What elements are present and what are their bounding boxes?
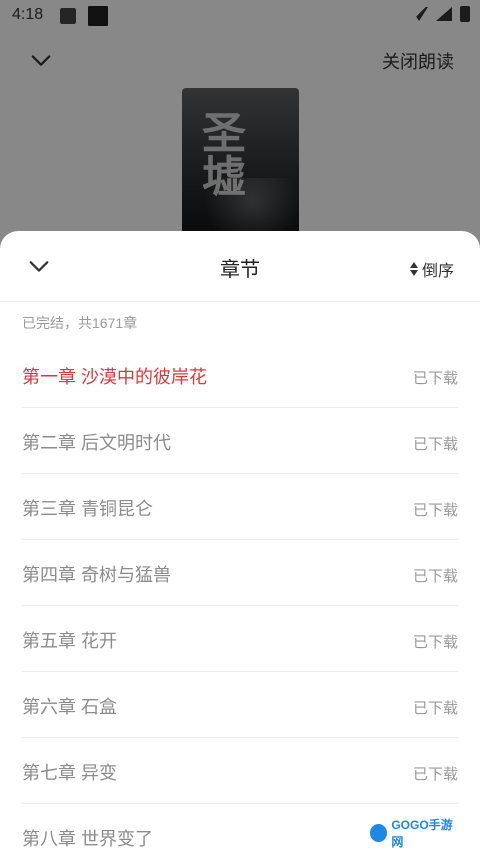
site-watermark: GOGO手游网 [366,818,466,849]
chapter-title: 第六章 石盒 [22,697,118,717]
watermark-logo-icon [370,824,388,842]
chapter-row[interactable]: 第五章 花开 已下载 [22,605,458,672]
download-status: 已下载 [412,700,458,717]
chapter-row[interactable]: 第二章 后文明时代 已下载 [22,407,458,474]
sort-icon [409,261,418,277]
download-status: 已下载 [412,568,458,585]
chapter-row[interactable]: 第三章 青铜昆仑 已下载 [22,473,458,540]
chapter-sheet-header: 章节 倒序 [0,231,480,302]
chapter-title: 第五章 花开 [22,631,118,651]
chapter-summary: 已完结，共1671章 [22,315,138,331]
chapter-title: 第七章 异变 [22,763,118,783]
chapter-sheet: 章节 倒序 已完结，共1671章 第一章 沙漠中的彼岸花 已下载 第二章 后文明… [0,231,480,854]
chapter-row[interactable]: 第一章 沙漠中的彼岸花 已下载 [22,341,458,408]
download-status: 已下载 [412,634,458,651]
sort-label: 倒序 [421,263,454,280]
download-status: 已下载 [412,502,458,519]
sort-toggle-button[interactable]: 倒序 [409,257,454,281]
sheet-title: 章节 [220,259,260,281]
chapter-row[interactable]: 第四章 奇树与猛兽 已下载 [22,539,458,606]
download-status: 已下载 [412,370,458,387]
chapter-title: 第八章 世界变了 [22,829,154,849]
chapter-title: 第一章 沙漠中的彼岸花 [22,367,207,387]
chapter-title: 第二章 后文明时代 [22,433,172,453]
watermark-text: GOGO手游网 [391,818,453,849]
chapter-title: 第三章 青铜昆仑 [22,499,154,519]
download-status: 已下载 [412,766,458,783]
chapter-title: 第四章 奇树与猛兽 [22,565,172,585]
chapter-row[interactable]: 第七章 异变 已下载 [22,737,458,804]
download-status: 已下载 [412,436,458,453]
chapter-row[interactable]: 第六章 石盒 已下载 [22,671,458,738]
